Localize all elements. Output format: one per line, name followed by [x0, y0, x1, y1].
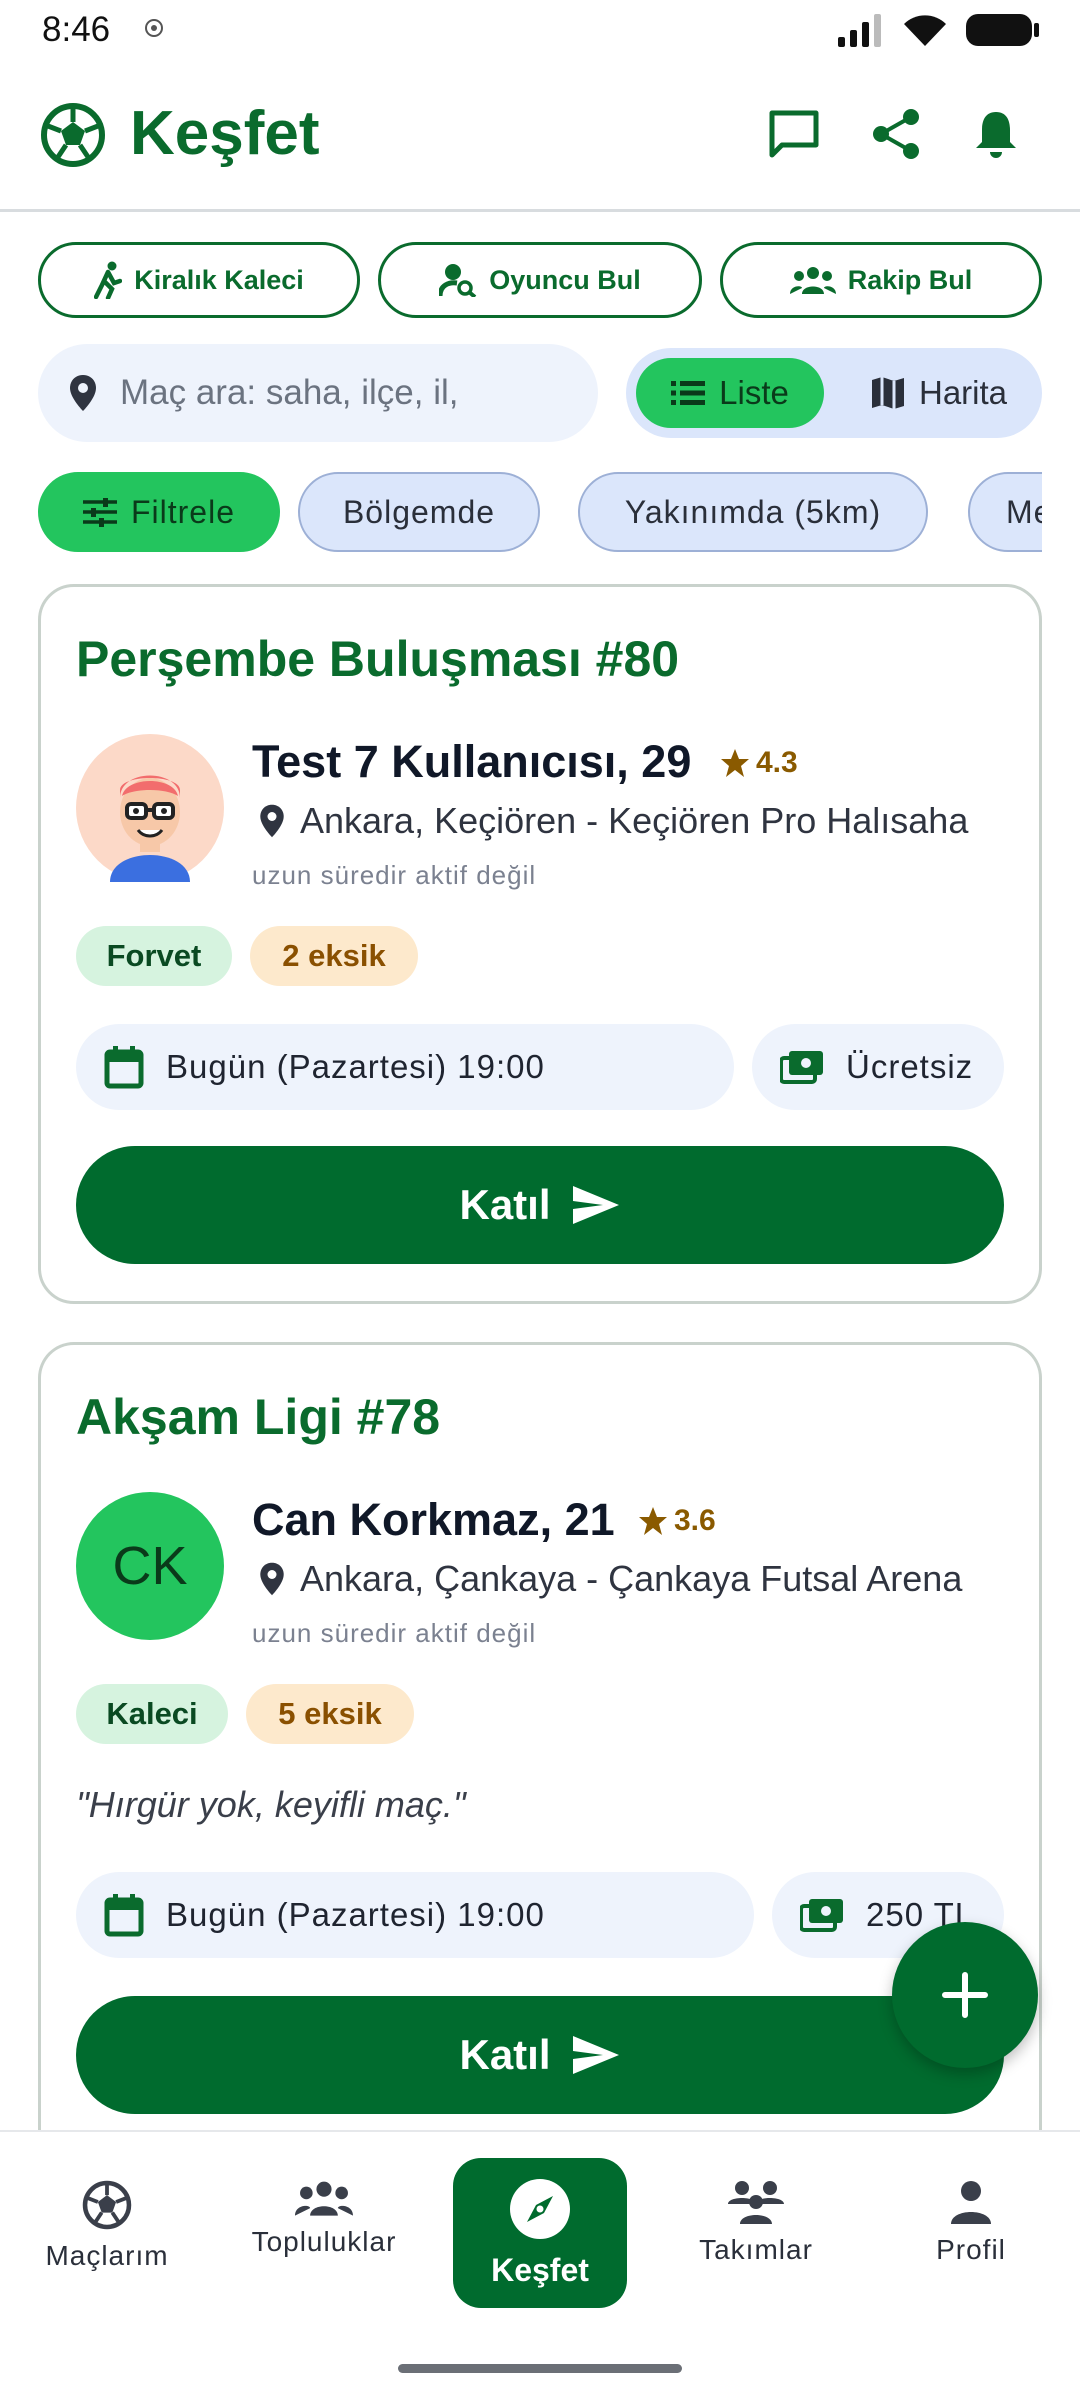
filter-chip-row: Filtrele Bölgemde Yakınımda (5km) Me: [38, 472, 1042, 556]
activity-status: uzun süredir aktif değil: [252, 1618, 537, 1648]
match-note: "Hırgür yok, keyifli maç.": [76, 1784, 466, 1825]
match-location: Ankara, Çankaya - Çankaya Futsal Arena: [258, 1558, 962, 1600]
home-indicator: [398, 2364, 682, 2373]
rating-value: 4.3: [756, 746, 798, 779]
user-avatar: [76, 734, 224, 882]
bell-icon: [976, 112, 1016, 158]
position-tag: Forvet: [76, 926, 232, 986]
list-view-label: Liste: [719, 374, 789, 411]
find-player-label: Oyuncu Bul: [489, 264, 641, 295]
filter-chip[interactable]: Filtrele: [38, 472, 280, 552]
host-name: Test 7 Kullanıcısı, 29: [252, 736, 692, 787]
host-name: Can Korkmaz, 21: [252, 1494, 615, 1545]
running-person-icon: [94, 261, 123, 299]
notifications-button[interactable]: [966, 104, 1026, 164]
map-view-label: Harita: [918, 374, 1008, 411]
soccer-ball-icon: [82, 2180, 132, 2230]
wifi-icon: [904, 15, 946, 47]
location-text: Ankara, Çankaya - Çankaya Futsal Arena: [300, 1558, 963, 1599]
money-icon: [800, 1899, 843, 1932]
fee-text: Ücretsiz: [846, 1048, 974, 1085]
settings-status-icon: [145, 19, 163, 37]
battery-icon: [966, 14, 1039, 46]
chat-button[interactable]: [764, 104, 824, 164]
status-time: 8:46: [42, 10, 111, 49]
hire-goalkeeper-button[interactable]: Kiralık Kaleci: [38, 242, 360, 318]
join-button[interactable]: Katıl: [76, 1146, 1004, 1264]
position-tag: Kaleci: [76, 1684, 228, 1744]
join-button[interactable]: Katıl: [76, 1996, 1004, 2114]
map-view-button[interactable]: Harita: [846, 358, 1032, 428]
host-rating: 3.6: [638, 1504, 716, 1538]
chip-nearby[interactable]: Yakınımda (5km): [578, 472, 928, 552]
team-icon: [728, 2181, 784, 2224]
person-icon: [951, 2181, 991, 2224]
missing-players-tag: 2 eksik: [250, 926, 418, 986]
calendar-icon: [104, 1894, 144, 1937]
host-rating: 4.3: [720, 746, 798, 780]
search-placeholder: Maç ara: saha, ilçe, il,: [120, 373, 459, 412]
soccer-ball-logo-icon: [41, 103, 105, 167]
groups-icon: [295, 2181, 353, 2216]
signal-icon: [838, 14, 881, 47]
calendar-icon: [104, 1046, 144, 1089]
find-player-button[interactable]: Oyuncu Bul: [378, 242, 702, 318]
star-icon: [721, 749, 749, 777]
match-datetime: Bugün (Pazartesi) 19:00: [76, 1024, 734, 1110]
match-title: Perşembe Buluşması #80: [76, 631, 680, 687]
nav-item-profile[interactable]: Profil: [876, 2180, 1066, 2266]
person-search-icon: [439, 264, 477, 297]
location-pin-icon: [70, 375, 96, 411]
search-input[interactable]: Maç ara: saha, ilçe, il,: [38, 344, 598, 442]
tune-icon: [82, 498, 117, 527]
rating-value: 3.6: [674, 1504, 716, 1537]
share-icon: [873, 109, 919, 159]
location-pin-icon: [260, 1562, 284, 1596]
match-datetime: Bugün (Pazartesi) 19:00: [76, 1872, 754, 1958]
chip-my-region[interactable]: Bölgemde: [298, 472, 540, 552]
filter-chip-label: Filtrele: [130, 493, 235, 530]
nav-label: Topluluklar: [251, 2226, 397, 2257]
send-icon: [572, 1186, 619, 1224]
chat-icon: [769, 110, 819, 158]
list-icon: [671, 381, 706, 405]
nav-label: Keşfet: [491, 2251, 589, 2288]
join-label: Katıl: [459, 2031, 551, 2078]
group-icon: [789, 267, 836, 294]
nav-item-teams[interactable]: Takımlar: [661, 2180, 851, 2266]
compass-icon: [510, 2178, 570, 2239]
create-match-fab[interactable]: [892, 1922, 1038, 2068]
status-right-icons: [838, 12, 1040, 48]
datetime-text: Bugün (Pazartesi) 19:00: [166, 1896, 545, 1933]
nav-label: Maçlarım: [45, 2240, 169, 2271]
activity-status: uzun süredir aktif değil: [252, 860, 537, 890]
map-icon: [871, 377, 904, 409]
datetime-text: Bugün (Pazartesi) 19:00: [166, 1048, 545, 1085]
missing-players-tag: 5 eksik: [246, 1684, 414, 1744]
location-pin-icon: [260, 804, 284, 838]
plus-icon: [942, 1972, 988, 2018]
hire-goalkeeper-label: Kiralık Kaleci: [134, 264, 304, 295]
nav-label: Profil: [936, 2234, 1006, 2265]
match-title: Akşam Ligi #78: [76, 1389, 441, 1445]
page-title: Keşfet: [130, 99, 320, 168]
find-opponent-label: Rakip Bul: [847, 264, 973, 295]
star-icon: [639, 1507, 667, 1535]
nav-item-discover[interactable]: Keşfet: [453, 2158, 627, 2308]
match-fee: Ücretsiz: [752, 1024, 1004, 1110]
money-icon: [780, 1051, 823, 1084]
join-label: Katıl: [459, 1181, 551, 1228]
nav-item-matches[interactable]: Maçlarım: [12, 2180, 202, 2272]
list-view-button[interactable]: Liste: [636, 358, 824, 428]
location-text: Ankara, Keçiören - Keçiören Pro Halısaha: [300, 800, 969, 841]
nav-label: Takımlar: [699, 2234, 813, 2265]
match-location: Ankara, Keçiören - Keçiören Pro Halısaha: [258, 800, 968, 842]
nav-item-communities[interactable]: Topluluklar: [229, 2180, 419, 2258]
share-button[interactable]: [866, 104, 926, 164]
user-avatar: CK: [76, 1492, 224, 1640]
find-opponent-button[interactable]: Rakip Bul: [720, 242, 1042, 318]
send-icon: [572, 2036, 619, 2074]
chip-more[interactable]: Me: [968, 472, 1042, 552]
